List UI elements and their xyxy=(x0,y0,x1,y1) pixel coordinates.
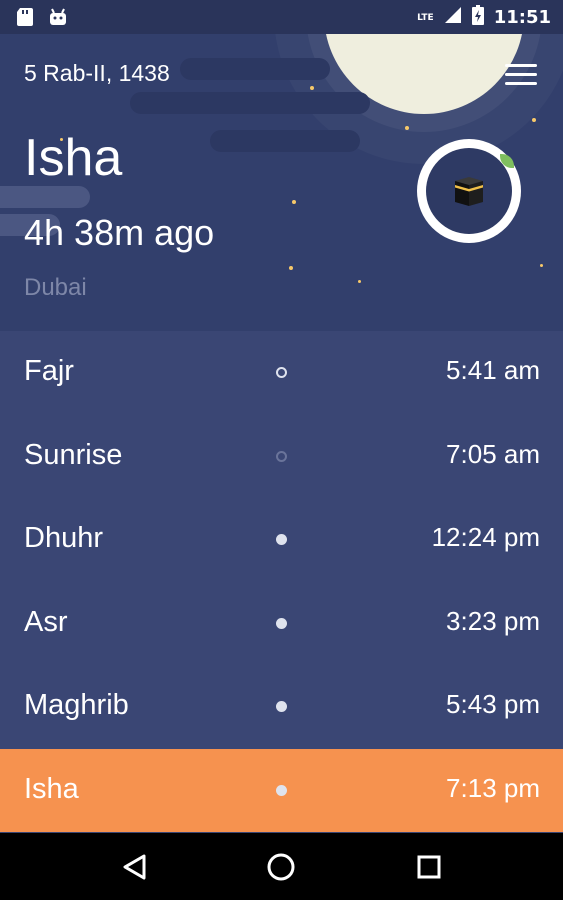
prayer-row-sunrise[interactable]: Sunrise 7:05 am xyxy=(0,415,563,499)
app-screen: LTE 11:51 5 Rab-II, 1438 Isha 4h 38m ago… xyxy=(0,0,563,900)
status-bar: LTE 11:51 xyxy=(0,0,563,34)
prayer-name: Isha xyxy=(24,772,79,805)
android-icon xyxy=(48,8,68,30)
prayer-name: Fajr xyxy=(24,355,74,387)
prayer-time: 12:24 pm xyxy=(431,522,540,552)
home-icon[interactable] xyxy=(261,847,301,887)
navigation-bar xyxy=(0,833,563,900)
hamburger-menu-icon[interactable] xyxy=(505,64,537,88)
prayer-name: Maghrib xyxy=(24,689,129,721)
back-icon[interactable] xyxy=(114,847,154,887)
status-left xyxy=(16,7,68,31)
prayer-header: 5 Rab-II, 1438 Isha 4h 38m ago Dubai xyxy=(0,34,563,331)
leaf-decoration xyxy=(500,154,514,168)
battery-icon xyxy=(471,5,484,30)
star-decoration xyxy=(358,280,361,283)
kaaba-icon xyxy=(426,148,514,234)
prayer-time: 7:13 pm xyxy=(446,772,540,803)
cloud-decoration xyxy=(180,58,330,80)
prayer-name: Asr xyxy=(24,605,68,638)
prayer-name: Sunrise xyxy=(24,438,123,471)
notification-dot[interactable] xyxy=(276,784,287,796)
star-decoration xyxy=(289,266,293,270)
qibla-button[interactable] xyxy=(417,139,521,243)
prayer-time: 5:41 am xyxy=(446,355,540,385)
prayer-time: 7:05 am xyxy=(446,438,540,469)
prayer-time: 5:43 pm xyxy=(446,689,540,719)
notification-dot[interactable] xyxy=(276,617,287,629)
current-prayer-name: Isha xyxy=(24,129,123,187)
time-since-prayer: 4h 38m ago xyxy=(24,212,215,253)
city-name[interactable]: Dubai xyxy=(24,274,87,302)
prayer-row-maghrib[interactable]: Maghrib 5:43 pm xyxy=(0,665,563,749)
status-time: 11:51 xyxy=(493,7,551,28)
prayer-row-fajr[interactable]: Fajr 5:41 am xyxy=(0,331,563,415)
star-decoration xyxy=(532,118,536,122)
cloud-decoration xyxy=(210,130,360,152)
star-decoration xyxy=(540,264,543,267)
star-decoration xyxy=(292,200,296,204)
notification-dot[interactable] xyxy=(276,701,287,712)
prayer-name: Dhuhr xyxy=(24,522,103,554)
prayer-times-list: Fajr 5:41 am Sunrise 7:05 am Dhuhr 12:24… xyxy=(0,331,563,832)
notification-dot[interactable] xyxy=(276,534,287,545)
star-decoration xyxy=(405,126,409,130)
prayer-row-dhuhr[interactable]: Dhuhr 12:24 pm xyxy=(0,498,563,582)
notification-dot[interactable] xyxy=(276,450,287,462)
signal-icon xyxy=(444,6,462,29)
prayer-time: 3:23 pm xyxy=(446,605,540,636)
cloud-decoration xyxy=(130,92,370,114)
cloud-decoration xyxy=(0,186,90,208)
star-decoration xyxy=(310,86,314,90)
status-right: LTE 11:51 xyxy=(417,5,551,30)
hijri-date: 5 Rab-II, 1438 xyxy=(24,60,170,86)
notification-dot[interactable] xyxy=(276,367,287,378)
network-type: LTE xyxy=(417,12,434,23)
sd-card-icon xyxy=(16,7,34,31)
prayer-row-asr[interactable]: Asr 3:23 pm xyxy=(0,582,563,666)
prayer-row-isha[interactable]: Isha 7:13 pm xyxy=(0,748,563,832)
recents-icon[interactable] xyxy=(409,847,449,887)
